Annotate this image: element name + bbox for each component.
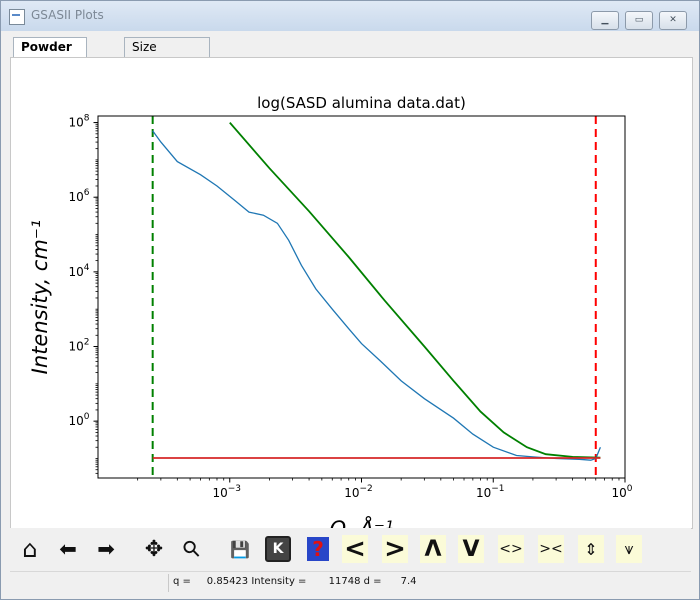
tab-powder-patterns[interactable]: Powder Patterns <box>13 37 87 73</box>
back-arrow-icon: ⬅ <box>59 537 77 561</box>
status-separator <box>168 574 169 592</box>
scale-down-button[interactable]: V <box>458 535 484 563</box>
key-icon: K <box>265 536 291 562</box>
status-bar: q = 0.85423 Intensity = 11748 d = 7.4 <box>10 571 691 594</box>
contract-horizontal-icon: >< <box>539 541 563 557</box>
x-tick-label: 10−3 <box>212 484 241 500</box>
zoom-icon: ⚲ <box>177 534 207 564</box>
tab-size-distribution[interactable]: Size Distribution <box>124 37 211 73</box>
help-button[interactable]: ? <box>304 534 332 564</box>
expand-vertical-button[interactable]: ⇕ <box>578 535 604 563</box>
pan-button[interactable]: ✥ <box>140 534 168 564</box>
pan-icon: ✥ <box>144 536 164 562</box>
app-icon <box>9 9 25 25</box>
x-tick-label: 100 <box>611 484 632 500</box>
title-bar[interactable]: GSASII Plots ▁ ▭ ✕ <box>1 1 699 31</box>
maximize-button[interactable]: ▭ <box>625 11 653 30</box>
save-icon: 💾 <box>230 539 250 559</box>
save-button[interactable]: 💾 <box>226 534 254 564</box>
plot-frame <box>97 115 626 479</box>
y-tick-label: 104 <box>68 263 89 279</box>
x-axis-label: Q, Å⁻¹ <box>330 515 394 528</box>
y-tick-label: 108 <box>68 114 89 130</box>
y-tick-label: 100 <box>68 412 89 428</box>
expand-horizontal-icon: <> <box>499 541 523 557</box>
home-icon: ⌂ <box>22 535 38 563</box>
series-line-1 <box>152 130 602 461</box>
shift-right-icon: > <box>384 534 406 564</box>
shift-right-button[interactable]: > <box>382 534 408 564</box>
scale-up-icon: Λ <box>424 536 442 562</box>
plot-window: GSASII Plots ▁ ▭ ✕ Powder Patterns Size … <box>0 0 700 600</box>
expand-vertical-icon: ⇕ <box>584 539 598 559</box>
close-button[interactable]: ✕ <box>659 11 687 30</box>
plot-canvas[interactable]: log(SASD alumina data.dat) Intensity, cm⁻… <box>10 57 693 529</box>
window-title: GSASII Plots <box>31 8 104 22</box>
back-arrow-button[interactable]: ⬅ <box>54 534 82 564</box>
forward-arrow-icon: ➡ <box>97 537 115 561</box>
x-tick-label: 10−2 <box>344 484 373 500</box>
y-tick-label: 102 <box>68 338 89 354</box>
shift-left-button[interactable]: < <box>342 534 368 564</box>
series-line-2 <box>229 122 601 459</box>
scale-down-icon: V <box>462 536 480 562</box>
forward-arrow-button[interactable]: ➡ <box>92 534 120 564</box>
status-readout: q = 0.85423 Intensity = 11748 d = 7.4 <box>173 576 417 587</box>
home-button[interactable]: ⌂ <box>16 534 44 564</box>
contract-horizontal-button[interactable]: >< <box>538 535 564 563</box>
contract-vertical-icon: ⩛ <box>624 539 634 558</box>
zoom-button[interactable]: ⚲ <box>177 534 207 564</box>
y-tick-label: 106 <box>68 188 89 204</box>
contract-vertical-button[interactable]: ⩛ <box>616 535 642 563</box>
x-tick-label: 10−1 <box>476 484 505 500</box>
chart-svg[interactable]: log(SASD alumina data.dat) Intensity, cm⁻… <box>11 58 692 528</box>
shift-left-icon: < <box>344 534 366 564</box>
key-button[interactable]: K <box>264 534 292 564</box>
y-axis-label: Intensity, cm⁻¹ <box>28 220 52 375</box>
expand-horizontal-button[interactable]: <> <box>498 535 524 563</box>
scale-up-button[interactable]: Λ <box>420 535 446 563</box>
help-icon: ? <box>307 537 329 561</box>
plot-toolbar: ⌂ ⬅ ➡ ✥ ⚲ 💾 K? < > Λ V <> >< ⇕ ⩛ <box>10 528 691 570</box>
chart-title: log(SASD alumina data.dat) <box>257 94 466 112</box>
minimize-button[interactable]: ▁ <box>591 11 619 30</box>
